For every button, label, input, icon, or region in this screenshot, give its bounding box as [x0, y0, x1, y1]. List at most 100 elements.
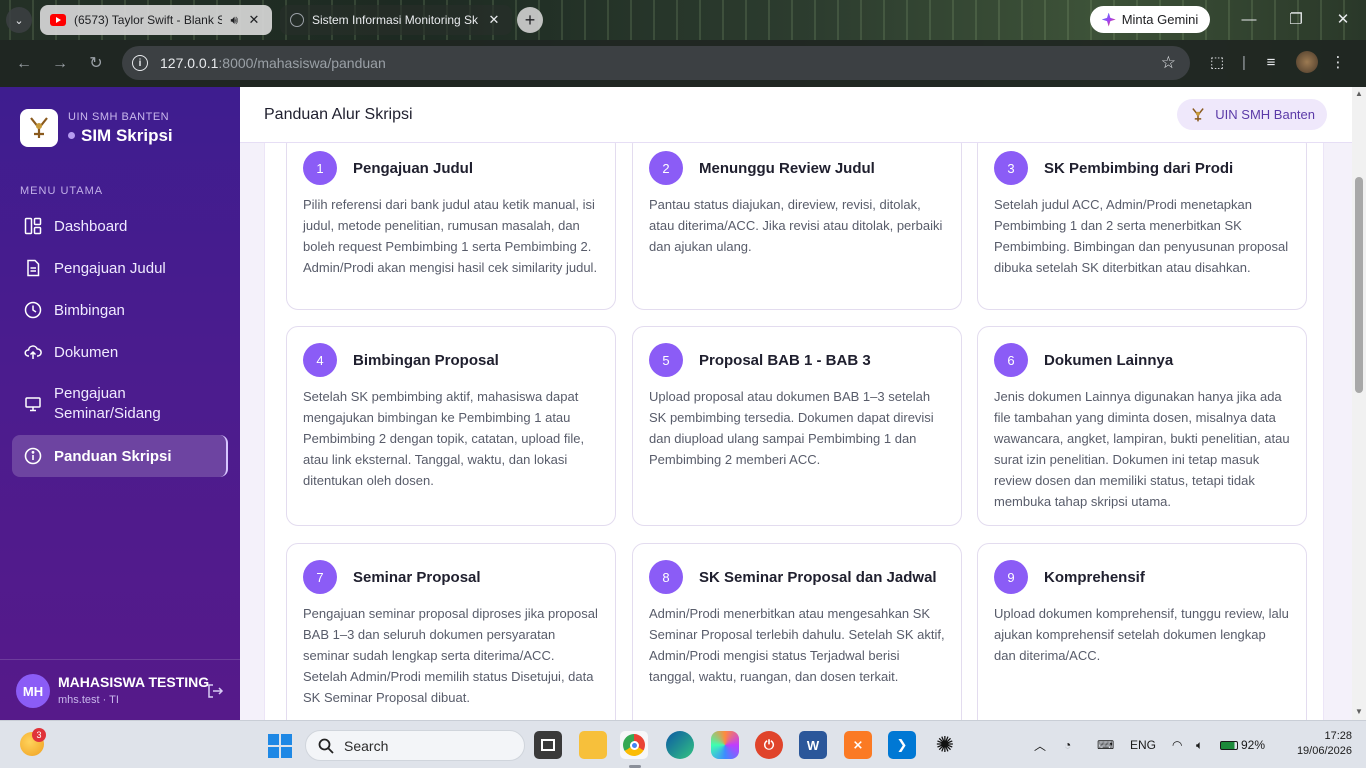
browser-tab-youtube[interactable]: (6573) Taylor Swift - Blank Space 🔊︎ ✕: [40, 5, 272, 35]
new-tab-button[interactable]: +: [517, 7, 543, 33]
tray-network-status-icon[interactable]: ◔: [1064, 721, 1071, 768]
sidebar-item-panduan-skripsi[interactable]: Panduan Skripsi: [12, 435, 228, 477]
taskbar-search[interactable]: Search: [305, 730, 525, 761]
tab-strip: ⌄ (6573) Taylor Swift - Blank Space 🔊︎ ✕…: [0, 0, 1366, 40]
volume-icon[interactable]: 🔈︎: [1196, 721, 1203, 768]
sidebar-item-dashboard[interactable]: Dashboard: [12, 205, 228, 247]
power-app-icon[interactable]: ⏻: [755, 731, 783, 759]
step-card: 2 Menunggu Review Judul Pantau status dia…: [632, 143, 962, 310]
institution-badge: UIN SMH Banten: [1177, 99, 1327, 130]
youtube-icon: [50, 14, 66, 26]
word-icon[interactable]: W: [799, 731, 827, 759]
close-window-icon[interactable]: ✕: [1328, 6, 1358, 32]
copilot-icon[interactable]: [711, 731, 739, 759]
sidebar-item-dokumen[interactable]: Dokumen: [12, 331, 228, 373]
maximize-icon[interactable]: ❐: [1281, 6, 1311, 32]
step-number: 1: [303, 151, 337, 185]
windows-start-icon[interactable]: [268, 734, 292, 758]
profile-avatar[interactable]: [1296, 51, 1318, 73]
address-bar[interactable]: i 127.0.0.1:8000/mahasiswa/panduan ☆: [122, 46, 1190, 80]
site-info-icon[interactable]: i: [132, 55, 148, 71]
search-icon: [318, 738, 334, 754]
sidebar: UIN SMH BANTEN SIM Skripsi MENU UTAMA Da…: [0, 87, 240, 720]
speaker-icon[interactable]: 🔊︎: [230, 13, 238, 28]
gemini-label: Minta Gemini: [1121, 12, 1199, 27]
reload-icon[interactable]: ↻: [84, 52, 108, 76]
step-title: Bimbingan Proposal: [353, 351, 499, 369]
scrollbar-thumb[interactable]: [1355, 177, 1363, 393]
back-arrow-icon[interactable]: ←: [12, 52, 36, 76]
url-host: 127.0.0.1: [160, 55, 219, 71]
forward-arrow-icon[interactable]: →: [48, 52, 72, 76]
step-number: 5: [649, 343, 683, 377]
page-header: Panduan Alur Skripsi UIN SMH Banten: [240, 87, 1352, 143]
menu-kebab-icon[interactable]: ⋮: [1328, 53, 1348, 73]
user-subtitle: mhs.test · TI: [58, 694, 119, 706]
scroll-down-icon[interactable]: ▼: [1355, 707, 1363, 716]
clock-time: 17:28: [1324, 730, 1352, 742]
sidebar-item-label: Pengajuan Seminar/Sidang: [54, 385, 161, 422]
sidebar-item-seminar-sidang[interactable]: Pengajuan Seminar/Sidang: [12, 373, 228, 435]
chrome-icon[interactable]: [620, 731, 648, 759]
step-card: 7 Seminar Proposal Pengajuan seminar prop…: [286, 543, 616, 720]
step-description: Pengajuan seminar proposal diproses jika…: [303, 606, 598, 705]
minimize-icon[interactable]: —: [1234, 6, 1264, 32]
toolbar-divider: |: [1242, 54, 1246, 71]
sidebar-item-label: Panduan Skripsi: [54, 447, 172, 465]
step-card: 8 SK Seminar Proposal dan Jadwal Admin/Pr…: [632, 543, 962, 720]
step-number: 6: [994, 343, 1028, 377]
battery-percent: 92%: [1241, 738, 1266, 752]
edge-icon[interactable]: [666, 731, 694, 759]
wifi-icon[interactable]: ◠: [1172, 721, 1182, 768]
step-description: Pantau status diajukan, direview, revisi…: [649, 197, 943, 254]
step-number: 3: [994, 151, 1028, 185]
battery-indicator[interactable]: 92%: [1220, 721, 1265, 768]
step-number: 9: [994, 560, 1028, 594]
clock-date: 19/06/2026: [1296, 745, 1352, 757]
windows-taskbar: 3 Search ⏻ W ⨯ ❯ ✺ ︿ ◔ ⌨ ENG ◠ 🔈︎ 92% 17…: [0, 720, 1366, 768]
close-tab-icon[interactable]: ✕: [246, 12, 262, 28]
sidebar-item-pengajuan-judul[interactable]: Pengajuan Judul: [12, 247, 228, 289]
vscode-icon[interactable]: ❯: [888, 731, 916, 759]
notification-badge: 3: [32, 728, 46, 742]
avatar[interactable]: MH: [16, 674, 50, 708]
system-clock[interactable]: 17:28 19/06/2026: [1282, 729, 1352, 759]
step-card: 6 Dokumen Lainnya Jenis dokumen Lainnya d…: [977, 326, 1307, 526]
chatgpt-icon[interactable]: ✺: [931, 731, 959, 759]
bookmark-star-icon[interactable]: ☆: [1161, 53, 1176, 73]
keyboard-icon[interactable]: ⌨: [1097, 721, 1114, 768]
step-title: SK Pembimbing dari Prodi: [1044, 159, 1234, 177]
app-viewport: UIN SMH BANTEN SIM Skripsi MENU UTAMA Da…: [0, 87, 1366, 720]
monitor-icon: [24, 395, 42, 413]
step-title: Seminar Proposal: [353, 568, 481, 586]
step-card: 1 Pengajuan Judul Pilih referensi dari ba…: [286, 143, 616, 310]
extensions-icon[interactable]: ⬚: [1207, 53, 1227, 73]
sidebar-item-label: Bimbingan: [54, 301, 125, 319]
close-tab-icon[interactable]: ✕: [486, 12, 502, 28]
step-number: 7: [303, 560, 337, 594]
step-title: Menunggu Review Judul: [699, 159, 875, 177]
browser-tab-sim[interactable]: Sistem Informasi Monitoring Skripsi ✕: [280, 5, 512, 35]
browser-chrome: ⌄ (6573) Taylor Swift - Blank Space 🔊︎ ✕…: [0, 0, 1366, 87]
scroll-up-icon[interactable]: ▲: [1355, 89, 1363, 98]
task-view-icon[interactable]: [534, 731, 562, 759]
tray-chevron-icon[interactable]: ︿: [1034, 721, 1046, 768]
reading-list-icon[interactable]: ≡: [1261, 53, 1281, 73]
clock-icon: [24, 301, 42, 319]
step-title: Komprehensif: [1044, 568, 1145, 586]
tab-search-button[interactable]: ⌄: [6, 7, 32, 33]
gemini-button[interactable]: Minta Gemini: [1090, 6, 1210, 33]
logout-icon[interactable]: [206, 682, 224, 700]
page-scrollbar[interactable]: ▲ ▼: [1352, 87, 1366, 720]
step-card: 4 Bimbingan Proposal Setelah SK pembimbin…: [286, 326, 616, 526]
step-title: Dokumen Lainnya: [1044, 351, 1174, 369]
file-explorer-icon[interactable]: [579, 731, 607, 759]
language-indicator[interactable]: ENG: [1130, 721, 1156, 768]
brand-title-text: SIM Skripsi: [81, 125, 173, 145]
step-description: Admin/Prodi menerbitkan atau mengesahkan…: [649, 606, 945, 684]
xampp-icon[interactable]: ⨯: [844, 731, 872, 759]
main-area: Panduan Alur Skripsi UIN SMH Banten 1 Pen…: [240, 87, 1352, 720]
sidebar-item-bimbingan[interactable]: Bimbingan: [12, 289, 228, 331]
step-number: 4: [303, 343, 337, 377]
menu-heading: MENU UTAMA: [20, 185, 104, 197]
